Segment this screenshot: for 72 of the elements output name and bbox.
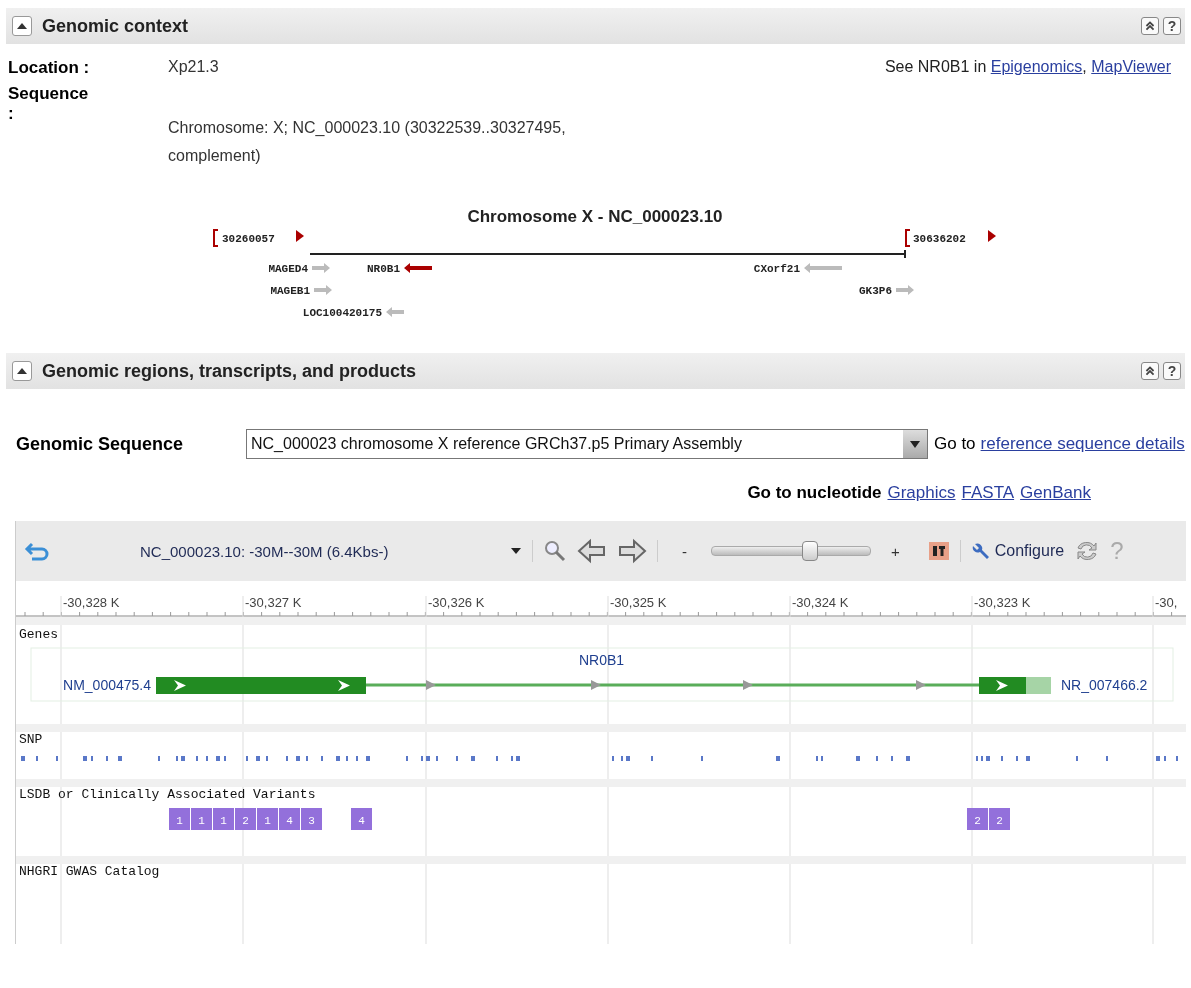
zoom-out-button[interactable]: - (682, 542, 687, 560)
ruler-label: -30,327 K (245, 595, 302, 610)
ruler-label: -30,326 K (428, 595, 485, 610)
link[interactable]: FASTA (961, 483, 1015, 503)
sequence-select[interactable]: NC_000023 chromosome X reference GRCh37.p5 Primary Assembly (246, 429, 928, 459)
gene-label[interactable]: NR0B1 (367, 263, 400, 275)
link[interactable]: MapViewer (1091, 58, 1171, 75)
ruler-label: -30,325 K (610, 595, 667, 610)
link[interactable]: reference sequence details (980, 434, 1185, 454)
see-also-text: See NR0B1 in (884, 58, 987, 75)
variant-marker[interactable]: 4 (279, 808, 300, 830)
gene-label[interactable]: MAGEB1 (270, 285, 310, 297)
wrench-icon[interactable] (970, 541, 991, 561)
collapse-toggle-icon[interactable] (12, 16, 32, 36)
field-label: Location : (8, 58, 91, 78)
field-label: Genomic Sequence (16, 433, 185, 455)
search-icon[interactable] (543, 539, 567, 563)
transcript-drawing[interactable] (156, 677, 1051, 694)
variant-marker[interactable]: 2 (989, 808, 1010, 830)
variant-marker[interactable]: 4 (351, 808, 372, 830)
slider-thumb[interactable] (802, 541, 819, 561)
variant-marker[interactable]: 3 (301, 808, 322, 830)
location-value: Xp21.3 (168, 58, 220, 77)
sequence-value: Chromosome: X; NC_000023.10 (30322539..30327495, complement) (168, 118, 567, 166)
track-label: Genes (19, 627, 58, 642)
right-bound-label: 30636202 (913, 233, 966, 245)
configure-button[interactable]: Configure (994, 542, 1065, 560)
collapse-toggle-icon[interactable] (12, 361, 32, 381)
ruler-label: -30, (1155, 595, 1178, 610)
transcript-label[interactable]: NM_000475.4 (63, 677, 151, 693)
variant-marker[interactable]: 1 (257, 808, 278, 830)
back-icon[interactable] (24, 540, 50, 562)
link[interactable]: Epigenomics (990, 58, 1083, 75)
collapse-all-icon[interactable] (1141, 17, 1159, 35)
help-button[interactable]: ? (1163, 17, 1181, 35)
map-title: Chromosome X - NC_000023.10 (467, 207, 723, 226)
help-button[interactable]: ? (1163, 362, 1181, 380)
variant-marker[interactable]: 2 (235, 808, 256, 830)
zoom-slider[interactable] (711, 540, 871, 562)
dropdown-icon[interactable] (510, 546, 522, 556)
gene-label[interactable]: GK3P6 (859, 285, 892, 297)
ruler-label: -30,324 K (792, 595, 849, 610)
right-arrow-icon[interactable] (617, 538, 647, 564)
variant-marker[interactable]: 1 (191, 808, 212, 830)
variant-marker[interactable]: 1 (213, 808, 234, 830)
link[interactable]: GenBank (1020, 483, 1091, 503)
dropdown-icon[interactable] (903, 430, 927, 458)
ruler-label: -30,323 K (974, 595, 1031, 610)
sequence-icon[interactable] (927, 541, 950, 561)
section-title: Genomic context (42, 15, 190, 37)
variant-marker[interactable]: 2 (967, 808, 988, 830)
field-label: Sequence : (8, 84, 90, 125)
gene-label[interactable]: NR0B1 (579, 652, 625, 668)
gene-label[interactable]: MAGED4 (268, 263, 308, 275)
transcript-label[interactable]: NR_007466.2 (1061, 677, 1148, 693)
gene-label[interactable]: CXorf21 (753, 263, 800, 275)
collapse-all-icon[interactable] (1141, 362, 1159, 380)
track-label: NHGRI GWAS Catalog (19, 864, 160, 879)
left-arrow-icon[interactable] (577, 538, 607, 564)
track-label: SNP (19, 732, 43, 747)
ruler-label: -30,328 K (63, 595, 120, 610)
section-title: Genomic regions, transcripts, and products (42, 360, 418, 382)
track-label: LSDB or Clinically Associated Variants (19, 787, 316, 802)
variant-marker[interactable]: 1 (169, 808, 190, 830)
separator-text: , (1082, 58, 1087, 75)
go-to-text: Go to (934, 434, 976, 454)
left-bound-label: 30260057 (222, 233, 275, 245)
link[interactable]: Graphics (887, 483, 956, 503)
gene-label[interactable]: LOC100420175 (302, 307, 382, 319)
viewer-title: NC_000023.10: -30M--30M (6.4Kbs-) (140, 542, 390, 560)
zoom-in-button[interactable]: + (891, 542, 900, 560)
go-to-text: Go to nucleotide (747, 483, 882, 503)
